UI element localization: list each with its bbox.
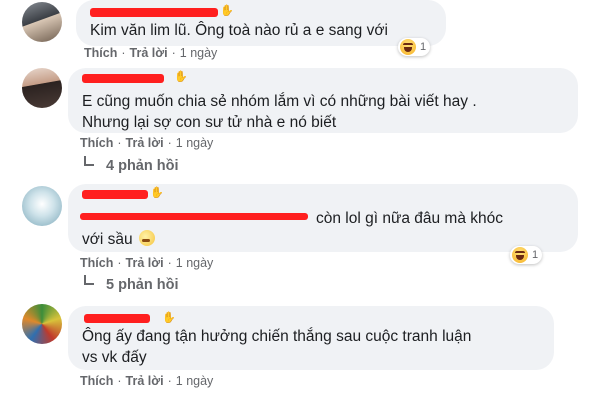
avatar[interactable] [22,304,62,344]
comment-4: ✋ Ông ấy đang tận hưởng chiến thắng sau … [0,302,600,400]
comment-text-line: Kim văn lim lũ. Ông toà nào rủ a e sang … [90,22,388,39]
comment-text-line: Ông ấy đang tận hưởng chiến thắng sau cu… [82,328,472,345]
haha-icon [400,39,416,55]
reaction-badge[interactable]: 1 [510,246,543,264]
comment-1: ✋ Kim văn lim lũ. Ông toà nào rủ a e san… [0,0,600,68]
comment-text-line: với sầu [82,229,503,250]
reaction-count: 1 [532,249,539,261]
comment-text: Ông ấy đang tận hưởng chiến thắng sau cu… [82,326,471,368]
comment-text: Kim văn lim lũ. Ông toà nào rủ a e sang … [90,20,388,41]
view-replies-link[interactable]: 4 phản hồi [84,156,179,174]
wave-icon: ✋ [162,312,176,324]
reply-link[interactable]: Trả lời [130,46,168,60]
replies-count: 4 phản hồi [106,158,179,174]
like-link[interactable]: Thích [80,256,113,270]
comment-text: E cũng muốn chia sẻ nhóm lắm vì có những… [82,91,477,133]
reaction-count: 1 [420,41,427,53]
avatar[interactable] [22,2,62,42]
wave-icon: ✋ [174,71,188,83]
reply-link[interactable]: Trả lời [126,256,164,270]
wave-icon: ✋ [150,187,164,199]
avatar[interactable] [22,68,62,108]
comment-text: còn lol gì nữa đâu mà khóc với sầu [82,208,503,250]
reply-arrow-icon [84,275,94,285]
comment-actions: Thích · Trả lời · 1 ngày [80,374,214,388]
avatar[interactable] [22,186,62,226]
wave-icon: ✋ [220,5,234,17]
comment-actions: Thích · Trả lời · 1 ngày [84,46,218,60]
reaction-badge[interactable]: 1 [398,38,431,56]
timestamp[interactable]: 1 ngày [176,256,214,270]
view-replies-link[interactable]: 5 phản hồi [84,275,179,293]
comment-text-line: E cũng muốn chia sẻ nhóm lắm vì có những… [82,93,477,110]
comment-text-line: Nhưng lại sợ con sư tử nhà e nó biết [82,114,337,131]
timestamp[interactable]: 1 ngày [176,136,214,150]
timestamp[interactable]: 1 ngày [180,46,218,60]
redacted-name [90,8,218,17]
comment-text-line: còn lol gì nữa đâu mà khóc [316,210,504,227]
comment-actions: Thích · Trả lời · 1 ngày [80,136,214,150]
replies-count: 5 phản hồi [106,277,179,293]
redacted-name [82,74,164,83]
emoji-icon [138,230,155,246]
like-link[interactable]: Thích [80,374,113,388]
redacted-name [84,314,150,323]
comment-text-line: vs vk đấy [82,349,147,366]
timestamp[interactable]: 1 ngày [176,374,214,388]
comment-2: ✋ E cũng muốn chia sẻ nhóm lắm vì có nhữ… [0,68,600,183]
comment-3: ✋ còn lol gì nữa đâu mà khóc với sầu 1 T… [0,184,600,299]
like-link[interactable]: Thích [80,136,113,150]
like-link[interactable]: Thích [84,46,117,60]
reply-arrow-icon [84,156,94,166]
reply-link[interactable]: Trả lời [126,374,164,388]
haha-icon [512,247,528,263]
comment-actions: Thích · Trả lời · 1 ngày [80,256,214,270]
redacted-name [82,190,148,199]
reply-link[interactable]: Trả lời [126,136,164,150]
